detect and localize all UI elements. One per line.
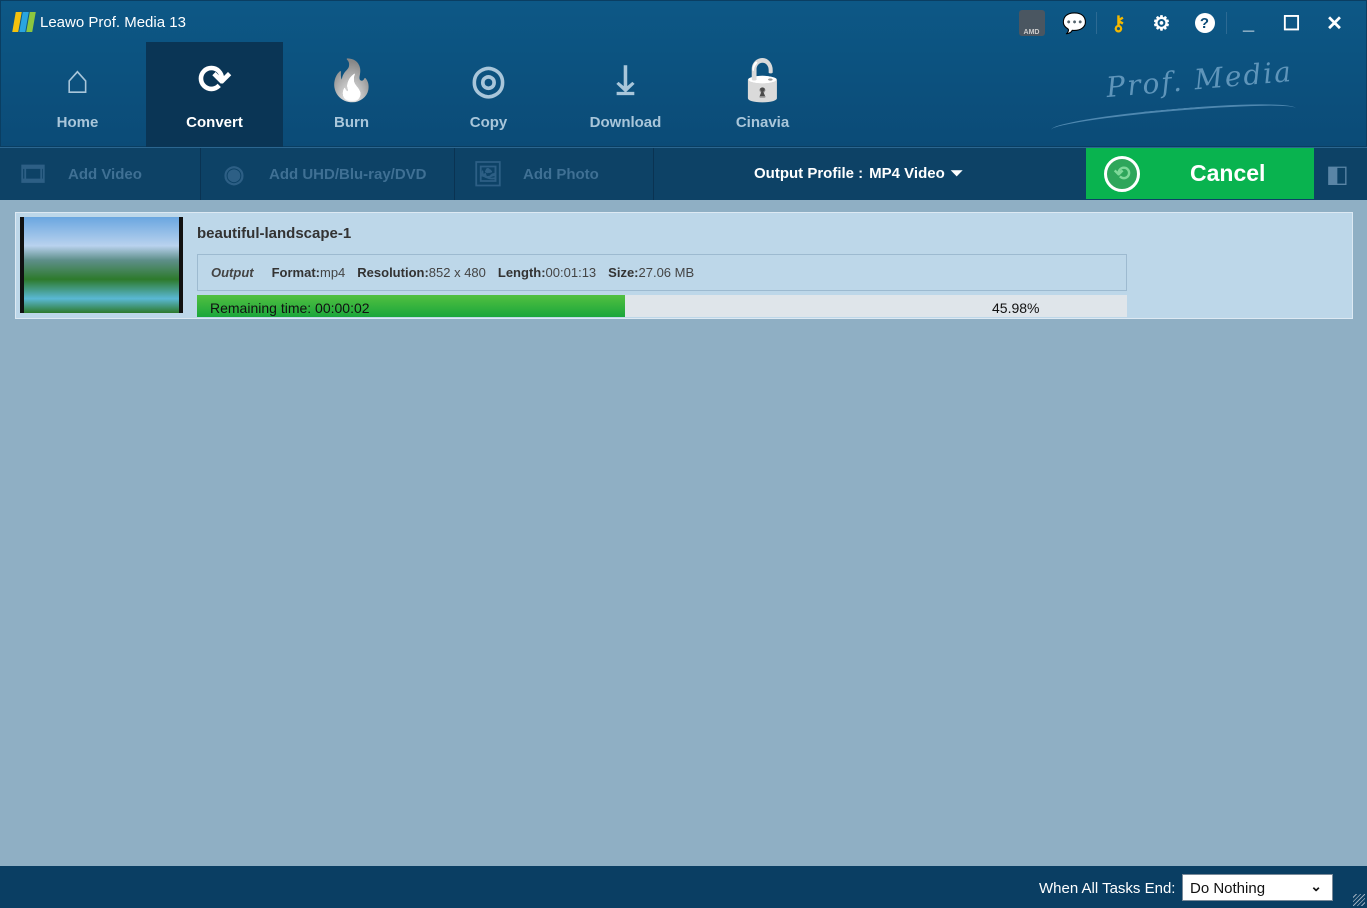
nav-convert[interactable]: ⟳ Convert	[146, 42, 283, 147]
task-item: beautiful-landscape-1 Output Format: mp4 R…	[15, 212, 1353, 319]
add-video-button[interactable]: 🎞 Add Video	[0, 148, 201, 200]
output-info: Output Format: mp4 Resolution: 852 x 480 Le…	[197, 254, 1127, 291]
button-label: Cancel	[1190, 160, 1266, 186]
photo-add-icon: 🖼	[472, 160, 504, 188]
film-add-icon: 🎞	[17, 160, 49, 188]
button-label: Add Video	[68, 165, 142, 183]
nav-download[interactable]: ⤓ Download	[557, 42, 694, 147]
disc-icon: ◎	[471, 58, 506, 102]
length-label: Length:	[497, 265, 546, 280]
download-icon: ⤓	[616, 57, 635, 102]
home-icon: ⌂	[65, 57, 90, 102]
button-label: Add Photo	[523, 165, 599, 183]
nav-label: Cinavia	[735, 114, 790, 131]
add-photo-button[interactable]: 🖼 Add Photo	[455, 148, 654, 200]
output-profile-value: MP4 Video	[869, 165, 945, 182]
nav-home[interactable]: ⌂ Home	[9, 42, 146, 147]
task-filename: beautiful-landscape-1	[197, 225, 352, 242]
flame-icon: 🔥	[326, 58, 377, 103]
nav-burn[interactable]: 🔥 Burn	[283, 42, 420, 147]
when-tasks-end-select[interactable]: Do Nothing ⌄	[1182, 874, 1333, 901]
status-bar: When All Tasks End: Do Nothing ⌄	[0, 866, 1367, 908]
output-label: Output	[211, 265, 254, 280]
convert-icon: ⟳	[197, 58, 232, 102]
select-value: Do Nothing	[1190, 880, 1266, 897]
amd-badge-icon[interactable]: AMD	[1010, 9, 1053, 37]
nav-cinavia[interactable]: 🔓 Cinavia	[694, 42, 831, 147]
unlock-icon: 🔓	[737, 58, 788, 103]
register-key-icon[interactable]: ⚷	[1097, 9, 1140, 37]
chevron-down-icon: ⌄	[1310, 878, 1322, 894]
app-logo-icon	[12, 12, 36, 32]
nav-label: Copy	[469, 114, 508, 131]
output-profile-selector[interactable]: Output Profile : MP4 Video ⏷	[754, 165, 963, 182]
close-button[interactable]: ✕	[1313, 9, 1356, 37]
nav-copy[interactable]: ◎ Copy	[420, 42, 557, 147]
resolution-value: 852 x 480	[428, 265, 486, 280]
refresh-icon: ⟲	[1104, 155, 1140, 192]
cancel-button[interactable]: ⟲ Cancel	[1086, 148, 1314, 199]
logo-swoosh	[1050, 98, 1297, 140]
disc-add-icon: ◉	[223, 160, 245, 188]
settings-icon[interactable]: ⚙	[1140, 9, 1183, 37]
when-tasks-end-label: When All Tasks End:	[1039, 880, 1176, 897]
add-disc-button[interactable]: ◉ Add UHD/Blu-ray/DVD	[201, 148, 455, 200]
format-label: Format:	[271, 265, 320, 280]
nav-label: Convert	[186, 114, 243, 131]
progress-bar: Remaining time: 00:00:02 45.98%	[197, 295, 1127, 317]
button-label: Add UHD/Blu-ray/DVD	[269, 165, 427, 183]
nav-label: Burn	[334, 114, 369, 131]
title-bar: Leawo Prof. Media 13 AMD 💬 ⚷ ⚙ ? _ ☐ ✕ ⌂…	[0, 0, 1367, 147]
feedback-icon[interactable]: 💬	[1053, 9, 1096, 37]
maximize-button[interactable]: ☐	[1270, 9, 1313, 37]
minimize-button[interactable]: _	[1227, 9, 1270, 37]
resolution-label: Resolution:	[357, 265, 429, 280]
video-thumbnail	[20, 217, 183, 313]
resize-grip[interactable]	[1353, 894, 1365, 906]
output-profile-label: Output Profile :	[754, 165, 864, 182]
format-value: mp4	[319, 265, 346, 280]
help-icon[interactable]: ?	[1183, 9, 1226, 37]
layout-toggle-icon[interactable]: ◧	[1326, 160, 1352, 188]
brand-logo: Prof. Media	[1104, 54, 1295, 105]
nav-label: Download	[589, 114, 662, 131]
main-nav: ⌂ Home ⟳ Convert 🔥 Burn ◎ Copy ⤓ Download 🔓 Ci…	[9, 42, 831, 147]
length-value: 00:01:13	[545, 265, 597, 280]
remaining-time: Remaining time: 00:00:02	[210, 300, 370, 316]
app-title: Leawo Prof. Media 13	[40, 14, 186, 31]
size-value: 27.06 MB	[638, 265, 695, 280]
nav-label: Home	[56, 114, 99, 131]
chevron-down-icon: ⏷	[950, 165, 963, 182]
progress-percent: 45.98%	[992, 300, 1040, 316]
size-label: Size:	[608, 265, 639, 280]
